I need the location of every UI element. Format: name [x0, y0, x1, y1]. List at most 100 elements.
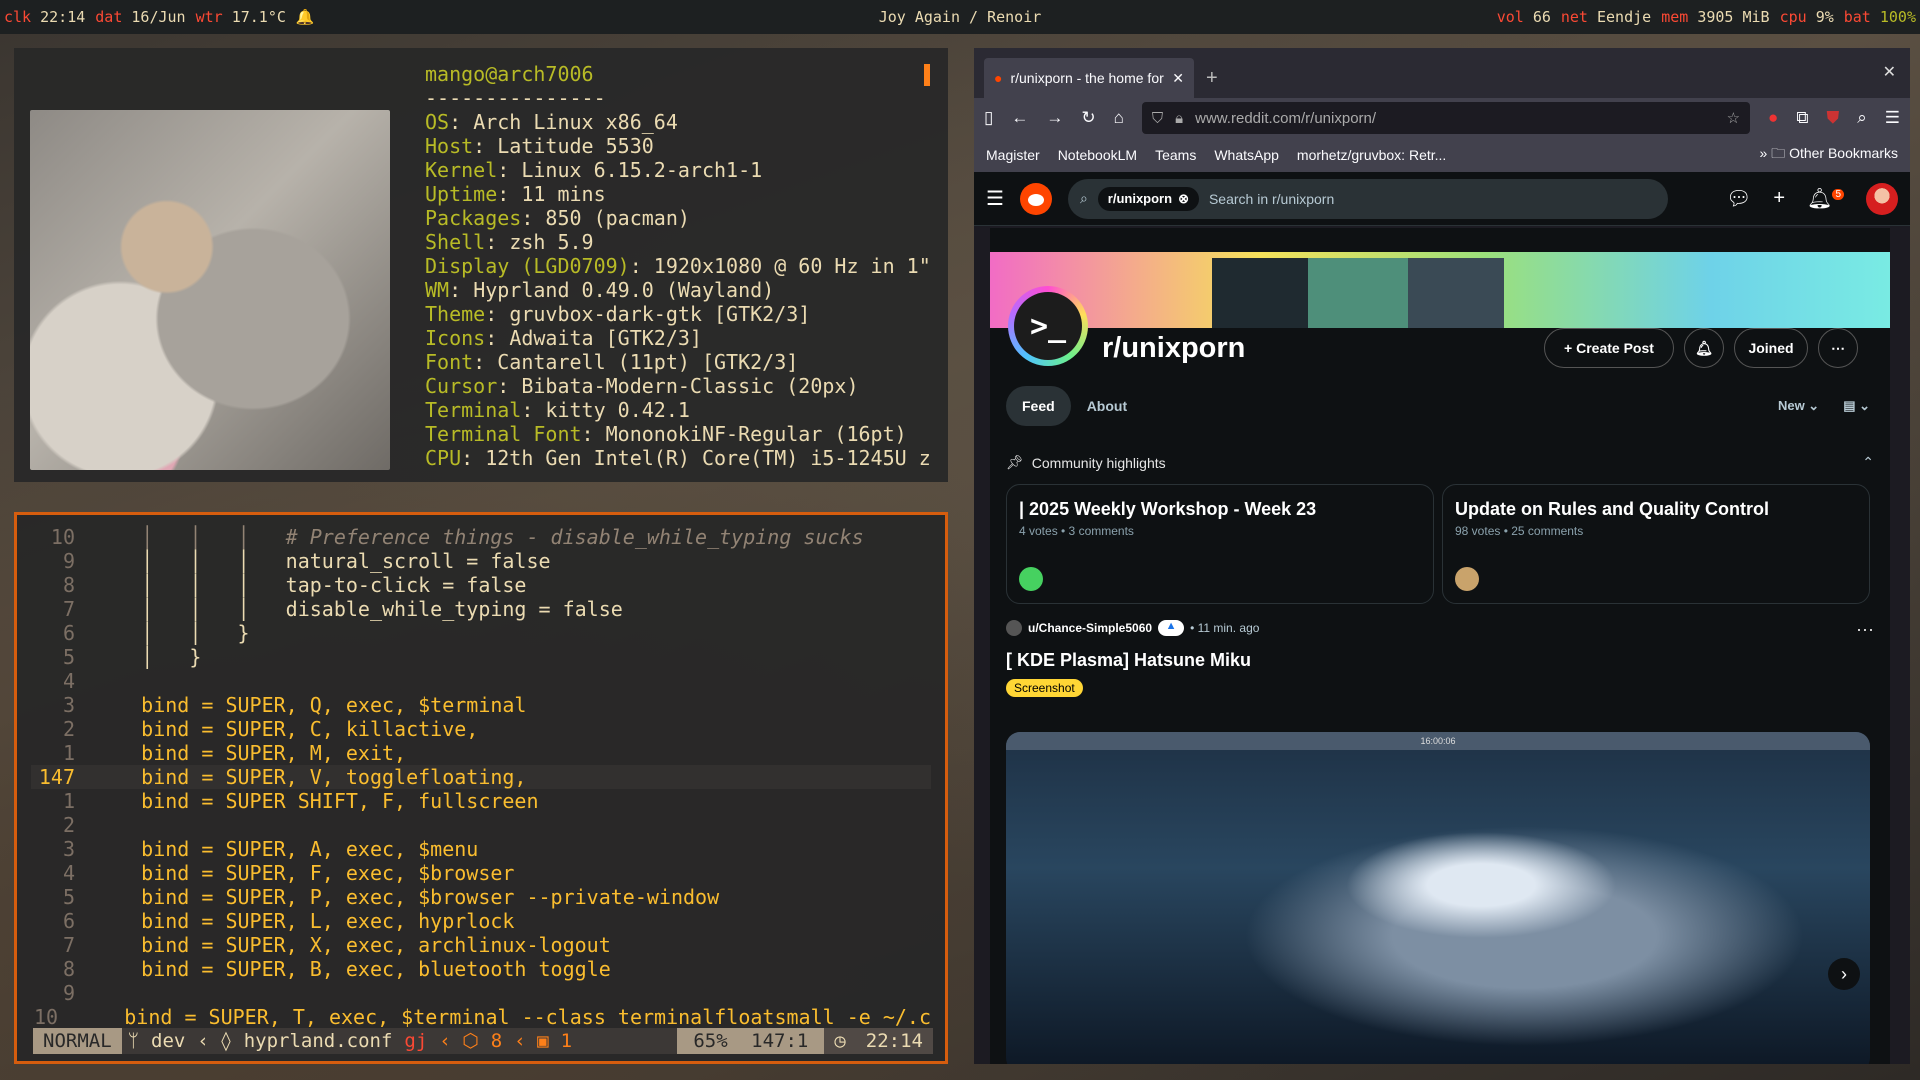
code-line[interactable]: 9 — [31, 981, 931, 1005]
chat-icon[interactable]: 💬︎ — [1726, 186, 1751, 211]
post-flair[interactable]: Screenshot — [1006, 679, 1083, 697]
code-line[interactable]: 9 │ │ │ natural_scroll = false — [31, 549, 931, 573]
sort-dropdown[interactable]: New ⌄ — [1778, 398, 1819, 414]
subreddit-chip[interactable]: r/unixporn ⊗ — [1097, 186, 1199, 211]
post[interactable]: u/Chance-Simple5060 ▲ • 11 min. ago ⋯ [ … — [1006, 620, 1886, 697]
close-tab-icon[interactable]: ✕ — [1172, 70, 1184, 87]
date-module[interactable]: dat 16/Jun — [95, 8, 185, 26]
community-highlights-header[interactable]: 📌︎ Community highlights ⌃ — [1006, 454, 1886, 471]
code-line[interactable]: 10 bind = SUPER, T, exec, $terminal --cl… — [31, 1005, 931, 1029]
menu-icon[interactable]: ☰ — [1885, 108, 1900, 128]
weather-value: 17.1°C — [231, 8, 286, 26]
date-value: 16/Jun — [131, 8, 186, 26]
code-line[interactable]: 2 bind = SUPER, C, killactive, — [31, 717, 931, 741]
code-view[interactable]: 10 │ │ │ # Preference things - disable_w… — [31, 525, 931, 1029]
fetch-value: Adwaita [GTK2/3] — [509, 326, 702, 350]
lock-icon[interactable]: 🔒︎ — [1175, 110, 1183, 127]
code-line[interactable]: 10 │ │ │ # Preference things - disable_w… — [31, 525, 931, 549]
close-window-icon[interactable]: ✕ — [1883, 62, 1896, 82]
reddit-search[interactable]: ⌕ r/unixporn ⊗ Search in r/unixporn — [1067, 178, 1668, 219]
puzzle-icon[interactable]: ⧉ — [1796, 108, 1808, 128]
bookmark-whatsapp[interactable]: WhatsApp — [1214, 147, 1279, 163]
code-line[interactable]: 7 │ │ │ disable_while_typing = false — [31, 597, 931, 621]
forward-icon[interactable]: → — [1046, 108, 1063, 128]
weather-module[interactable]: wtr 17.1°C — [196, 8, 286, 26]
highlight-card[interactable]: Update on Rules and Quality Control 98 v… — [1442, 484, 1870, 604]
search-placeholder[interactable]: Search in r/unixporn — [1209, 191, 1334, 207]
more-options-icon[interactable]: ⋯ — [1818, 328, 1858, 368]
code-line[interactable]: 1 bind = SUPER, M, exit, — [31, 741, 931, 765]
search-ext-icon[interactable]: ⌕ — [1857, 108, 1867, 128]
fetch-line: Terminal Font: MononokiNF-Regular (16pt) — [425, 422, 907, 446]
hamburger-icon[interactable]: ☰ — [986, 186, 1004, 211]
code-line[interactable]: 3 bind = SUPER, Q, exec, $terminal — [31, 693, 931, 717]
line-number: 7 — [62, 597, 75, 621]
code-line[interactable]: 3 bind = SUPER, A, exec, $menu — [31, 837, 931, 861]
fetch-label: WM — [425, 278, 450, 302]
code-line[interactable]: 1 bind = SUPER SHIFT, F, fullscreen — [31, 789, 931, 813]
home-icon[interactable]: ⌂ — [1114, 108, 1124, 128]
edit-count: 1 — [560, 1030, 573, 1052]
url-text[interactable]: www.reddit.com/r/unixporn/ — [1195, 110, 1714, 127]
code-line[interactable]: 5 │ } — [31, 645, 931, 669]
post-title[interactable]: [ KDE Plasma] Hatsune Miku — [1006, 650, 1886, 671]
code-line[interactable]: 5 bind = SUPER, P, exec, $browser --priv… — [31, 885, 931, 909]
create-icon[interactable]: + — [1773, 187, 1785, 210]
network-module[interactable]: net Eendje — [1561, 8, 1651, 26]
volume-module[interactable]: vol 66 — [1497, 8, 1551, 26]
extension-icon[interactable]: ● — [1768, 108, 1778, 128]
view-toggle-icon[interactable]: ▤ ⌄ — [1843, 398, 1870, 414]
url-bar[interactable]: ⛉ 🔒︎ www.reddit.com/r/unixporn/ ☆ — [1141, 102, 1751, 134]
reddit-logo-icon[interactable] — [1019, 182, 1052, 215]
sidebar-icon[interactable]: ▯ — [984, 108, 993, 128]
bookmark-gruvbox[interactable]: morhetz/gruvbox: Retr... — [1297, 147, 1446, 163]
tab-reddit[interactable]: ● r/unixporn - the home for ✕ — [984, 58, 1194, 98]
fetch-label: Kernel — [425, 158, 498, 182]
tab-about[interactable]: About — [1083, 386, 1131, 426]
chip-close-icon[interactable]: ⊗ — [1178, 191, 1189, 207]
code-line[interactable]: 4 bind = SUPER, F, exec, $browser — [31, 861, 931, 885]
reload-icon[interactable]: ↻ — [1081, 108, 1095, 128]
code-line[interactable]: 4 — [31, 669, 931, 693]
bookmark-notebooklm[interactable]: NotebookLM — [1058, 147, 1137, 163]
clock-module[interactable]: clk 22:14 — [4, 8, 85, 26]
code-line[interactable]: 147 bind = SUPER, V, togglefloating, — [31, 765, 931, 789]
code-line[interactable]: 2 — [31, 813, 931, 837]
post-author[interactable]: u/Chance-Simple5060 — [1028, 621, 1152, 635]
joined-button[interactable]: Joined — [1734, 328, 1808, 368]
tab-feed[interactable]: Feed — [1006, 386, 1071, 426]
create-post-button[interactable]: + Create Post — [1544, 328, 1674, 368]
other-bookmarks[interactable]: » 🗀 Other Bookmarks — [1759, 143, 1898, 167]
firefox-window[interactable]: ● r/unixporn - the home for ✕ + ✕ ▯ ← → … — [974, 48, 1910, 1064]
post-image[interactable]: 16:00:06 › — [1006, 732, 1870, 1064]
fetch-line: Cursor: Bibata-Modern-Classic (20px) — [425, 374, 859, 398]
carousel-next-icon[interactable]: › — [1828, 958, 1860, 990]
avatar[interactable] — [1866, 182, 1898, 215]
code-line[interactable]: 6 bind = SUPER, L, exec, hyprlock — [31, 909, 931, 933]
new-tab-icon[interactable]: + — [1206, 67, 1218, 90]
subreddit-banner — [990, 252, 1890, 328]
bell-icon[interactable]: 🔔 — [296, 8, 315, 26]
ublock-icon[interactable]: ⛊ — [1826, 108, 1839, 128]
neovim-editor[interactable]: 10 │ │ │ # Preference things - disable_w… — [14, 512, 948, 1064]
shield-icon[interactable]: ⛉ — [1152, 110, 1163, 127]
bookmark-teams[interactable]: Teams — [1155, 147, 1196, 163]
back-icon[interactable]: ← — [1011, 108, 1028, 128]
code-line[interactable]: 8 │ │ │ tap-to-click = false — [31, 573, 931, 597]
code-line[interactable]: 8 bind = SUPER, B, exec, bluetooth toggl… — [31, 957, 931, 981]
code-line[interactable]: 6 │ │ } — [31, 621, 931, 645]
bookmark-magister[interactable]: Magister — [986, 147, 1040, 163]
bell-button[interactable]: 🔔︎ — [1684, 328, 1724, 368]
collapse-caret-icon[interactable]: ⌃ — [1862, 454, 1874, 471]
fastfetch-terminal[interactable]: mango@arch7006 --------------- OS: Arch … — [14, 48, 948, 482]
code-line[interactable]: 7 bind = SUPER, X, exec, archlinux-logou… — [31, 933, 931, 957]
notifications-icon[interactable]: 🔔︎ 5 — [1807, 186, 1844, 211]
memory-module[interactable]: mem 3905 MiB — [1661, 8, 1769, 26]
battery-module[interactable]: bat 100% — [1844, 8, 1916, 26]
mode-indicator: NORMAL — [33, 1028, 122, 1054]
line-text: bind = SUPER, P, exec, $browser --privat… — [93, 885, 720, 909]
highlight-card[interactable]: | 2025 Weekly Workshop - Week 23 4 votes… — [1006, 484, 1434, 604]
cpu-module[interactable]: cpu 9% — [1780, 8, 1834, 26]
bookmark-star-icon[interactable]: ☆ — [1727, 109, 1740, 127]
post-more-icon[interactable]: ⋯ — [1856, 620, 1874, 641]
